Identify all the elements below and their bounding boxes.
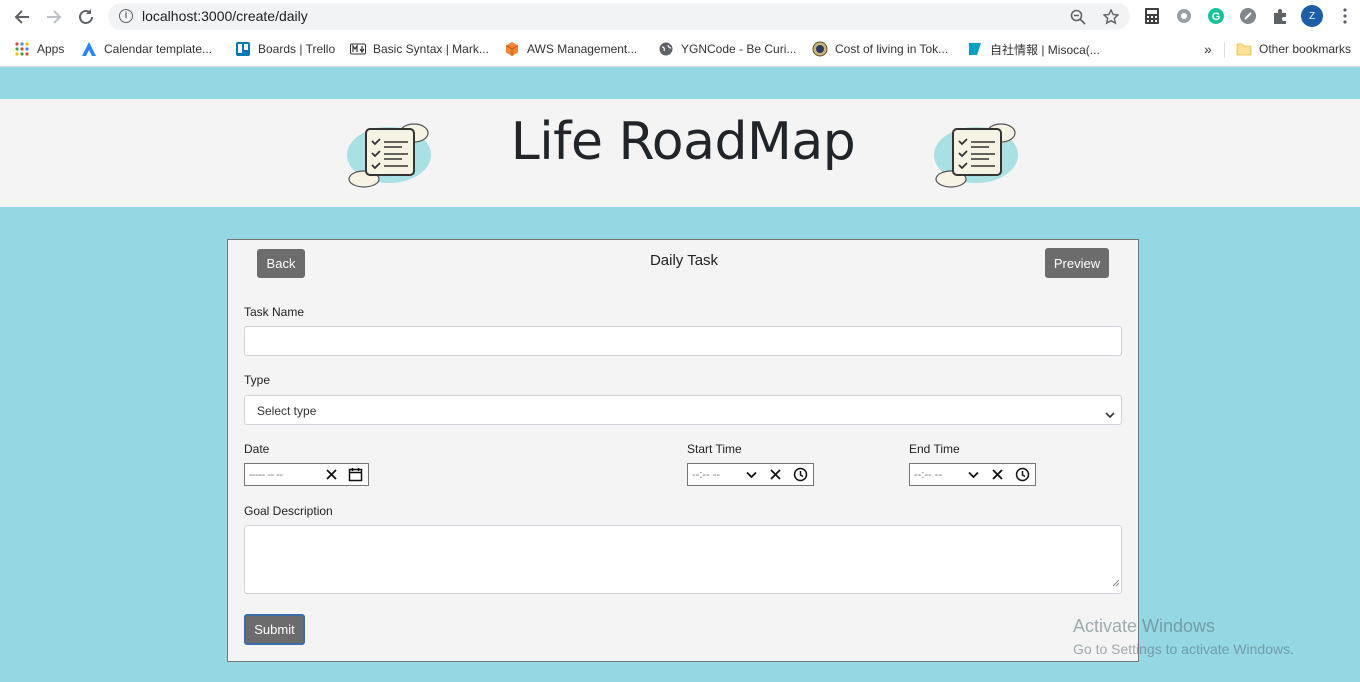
goal-description-textarea[interactable]	[244, 525, 1122, 594]
activate-windows-title: Activate Windows	[1073, 616, 1216, 636]
bookmark-cost-of-living[interactable]: Cost of living in Tok...	[812, 40, 948, 58]
bookmark-calendar-template[interactable]: Calendar template...	[81, 40, 212, 58]
daily-task-form: Back Daily Task Preview Task Name Type S…	[227, 239, 1139, 662]
bookmark-label: Apps	[37, 42, 65, 56]
end-time-input[interactable]: --:-- --	[909, 463, 1036, 486]
start-time-placeholder: --:-- --	[692, 469, 721, 481]
misoca-icon	[967, 41, 983, 57]
clock-icon[interactable]	[1015, 467, 1030, 485]
start-time-input[interactable]: --:-- --	[687, 463, 814, 486]
bookmark-star-icon[interactable]	[1102, 8, 1120, 30]
bookmark-label: Calendar template...	[104, 42, 213, 56]
address-bar[interactable]: i localhost:3000/create/daily	[108, 3, 1130, 30]
bookmark-misoca[interactable]: 自社情報 | Misoca(...	[967, 40, 1100, 58]
link-extension-icon[interactable]	[1239, 7, 1257, 25]
goal-description-label: Goal Description	[244, 504, 333, 518]
overflow-chevron-icon: »	[1204, 41, 1212, 57]
date-placeholder: ----- -- --	[249, 469, 283, 481]
end-time-placeholder: --:-- --	[914, 469, 943, 481]
form-title: Daily Task	[649, 252, 719, 269]
calculator-extension-icon[interactable]	[1143, 7, 1161, 25]
extensions-puzzle-icon[interactable]	[1271, 7, 1289, 25]
chevron-down-icon[interactable]	[968, 470, 979, 482]
date-label: Date	[244, 442, 270, 456]
markdown-icon	[350, 41, 366, 57]
menu-kebab-icon[interactable]	[1336, 7, 1354, 25]
resize-handle-icon[interactable]	[1112, 574, 1120, 592]
preview-button[interactable]: Preview	[1045, 248, 1109, 278]
browser-toolbar: i localhost:3000/create/daily G Z	[0, 0, 1360, 33]
bookmark-label: Boards | Trello	[258, 42, 336, 56]
bookmark-label: YGNCode - Be Curi...	[681, 42, 797, 56]
type-selected-value: Select type	[257, 404, 317, 418]
clear-end-time-icon[interactable]	[991, 468, 1004, 484]
checklist-cloud-icon	[344, 113, 434, 189]
clock-icon[interactable]	[793, 467, 808, 485]
globe-icon	[658, 41, 674, 57]
bookmark-ygncode[interactable]: YGNCode - Be Curi...	[658, 40, 796, 58]
site-title: Life RoadMap	[510, 112, 856, 172]
bookmark-label: Cost of living in Tok...	[835, 42, 949, 56]
bookmark-aws[interactable]: AWS Management...	[504, 40, 637, 58]
aws-cube-icon	[504, 41, 520, 57]
activate-windows-subtitle: Go to Settings to activate Windows.	[1073, 641, 1294, 657]
bookmark-trello[interactable]: Boards | Trello	[235, 40, 335, 58]
forward-arrow-icon[interactable]	[43, 6, 65, 28]
back-arrow-icon[interactable]	[11, 6, 33, 28]
folder-icon	[1236, 41, 1252, 57]
clear-start-time-icon[interactable]	[769, 468, 782, 484]
bookmark-apps[interactable]: Apps	[14, 40, 64, 58]
bookmark-label: Other bookmarks	[1259, 42, 1352, 56]
url-text: localhost:3000/create/daily	[142, 8, 308, 24]
type-label: Type	[244, 373, 271, 387]
task-name-input[interactable]	[244, 326, 1122, 356]
calendar-app-icon	[81, 41, 97, 57]
seal-icon	[812, 41, 828, 57]
apps-grid-icon	[14, 41, 30, 57]
reload-icon[interactable]	[75, 6, 97, 28]
bookmarks-divider	[1224, 42, 1225, 58]
gear-extension-icon[interactable]	[1175, 7, 1193, 25]
checklist-cloud-icon	[931, 113, 1021, 189]
bookmark-label: 自社情報 | Misoca(...	[990, 42, 1100, 57]
task-name-label: Task Name	[244, 305, 305, 319]
site-info-icon[interactable]: i	[119, 9, 133, 23]
start-time-label: Start Time	[687, 442, 742, 456]
bookmark-label: AWS Management...	[527, 42, 638, 56]
zoom-icon[interactable]	[1070, 9, 1086, 30]
submit-button[interactable]: Submit	[244, 614, 305, 645]
type-select[interactable]: Select type	[244, 395, 1122, 425]
bookmark-other-folder[interactable]: Other bookmarks	[1236, 40, 1351, 58]
svg-text:G: G	[1212, 11, 1221, 23]
chevron-down-icon[interactable]	[746, 470, 757, 482]
calendar-icon[interactable]	[348, 467, 363, 485]
clear-date-icon[interactable]	[325, 468, 338, 484]
date-input[interactable]: ----- -- --	[244, 463, 369, 486]
profile-initial: Z	[1308, 10, 1316, 22]
profile-avatar[interactable]: Z	[1301, 5, 1323, 27]
grammarly-extension-icon[interactable]: G	[1207, 7, 1225, 25]
trello-icon	[235, 41, 251, 57]
bookmarks-bar: Apps Calendar template... Boards | Trell…	[0, 33, 1360, 67]
bookmark-label: Basic Syntax | Mark...	[373, 42, 489, 56]
chevron-down-icon	[1105, 406, 1115, 424]
bookmark-markdown[interactable]: Basic Syntax | Mark...	[350, 40, 489, 58]
end-time-label: End Time	[909, 442, 960, 456]
bookmarks-overflow-button[interactable]: »	[1204, 40, 1212, 58]
